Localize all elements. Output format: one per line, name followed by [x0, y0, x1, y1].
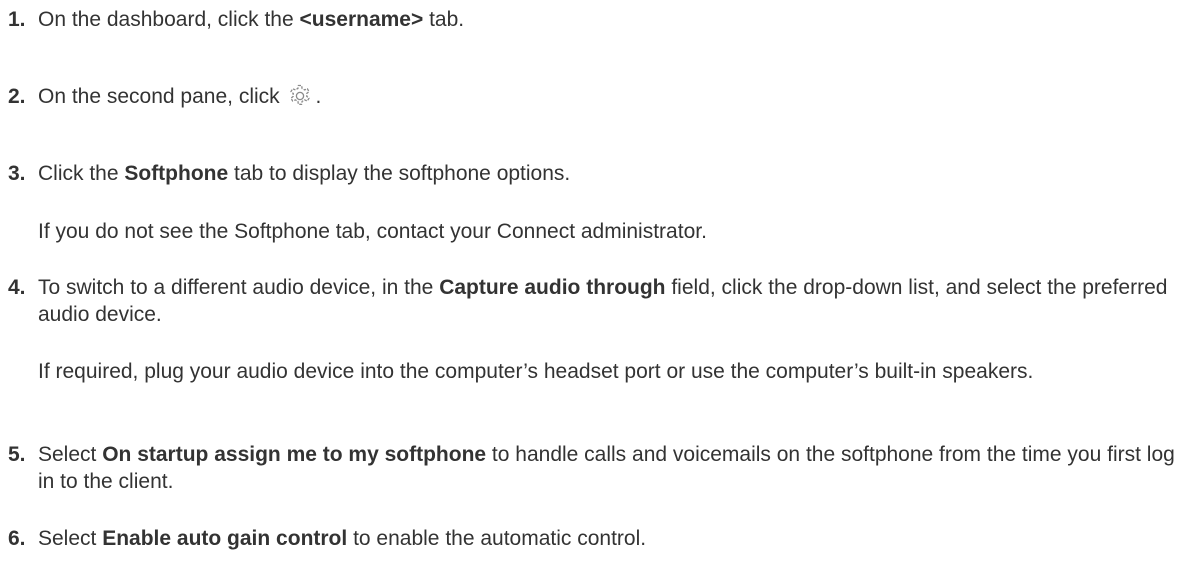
step-text: Select On startup assign me to my softph… — [38, 441, 1193, 495]
step-text: Click the Softphone tab to display the s… — [38, 160, 1193, 187]
step-bold-term: Capture audio through — [439, 276, 666, 299]
step-text: Select Enable auto gain control to enabl… — [38, 525, 1193, 552]
step-number: 6. — [8, 527, 26, 550]
step-4-note: If required, plug your audio device into… — [38, 360, 1034, 383]
instruction-document: 1. On the dashboard, click the <username… — [0, 0, 1201, 567]
step-number: 3. — [8, 162, 26, 185]
step-text-end: . — [315, 85, 322, 108]
step-text-start: Select — [38, 443, 103, 466]
step-number: 1. — [8, 8, 26, 31]
step-text-end: to enable the automatic control. — [347, 527, 647, 550]
step-bold-term: Softphone — [124, 162, 229, 185]
step-text: On the dashboard, click the <username> t… — [38, 6, 1193, 33]
step-bold-term: <username> — [299, 8, 424, 31]
step-text: To switch to a different audio device, i… — [38, 274, 1193, 328]
step-text-end: tab to display the softphone options. — [228, 162, 571, 185]
gear-icon — [288, 84, 312, 108]
step-number: 2. — [8, 85, 26, 108]
step-bold-term: On startup assign me to my softphone — [102, 443, 487, 466]
step-text-end: tab. — [423, 8, 465, 31]
step-text-start: To switch to a different audio device, i… — [38, 276, 440, 299]
step-text-start: Select — [38, 527, 103, 550]
step-text-start: On the second pane, click — [38, 85, 286, 108]
step-text-start: On the dashboard, click the — [38, 8, 300, 31]
step-text: On the second pane, click . — [38, 83, 1193, 110]
step-3-note: If you do not see the Softphone tab, con… — [38, 220, 707, 243]
step-number: 4. — [8, 276, 26, 299]
step-bold-term: Enable auto gain control — [102, 527, 348, 550]
step-text-start: Click the — [38, 162, 125, 185]
step-number: 5. — [8, 443, 26, 466]
